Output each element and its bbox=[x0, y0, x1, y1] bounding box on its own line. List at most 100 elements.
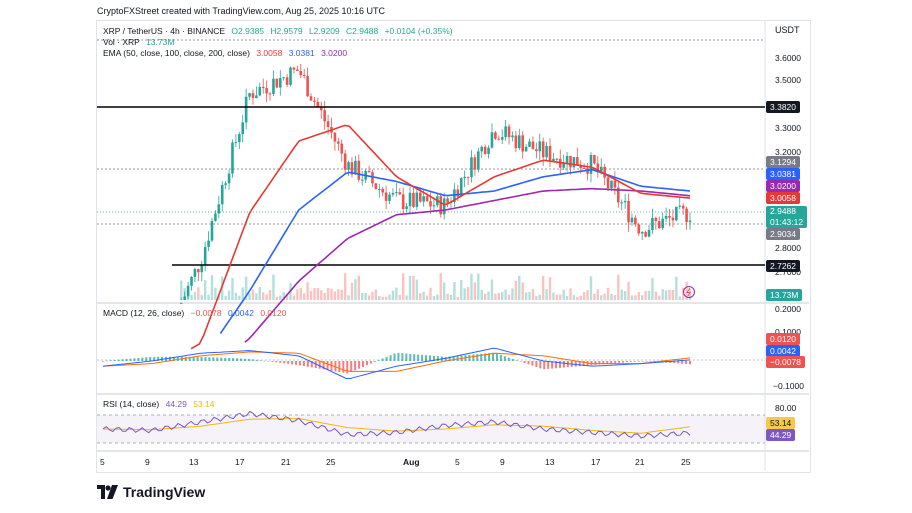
volume-bar bbox=[473, 282, 477, 300]
volume-bar bbox=[548, 277, 552, 300]
volume-bar bbox=[190, 294, 193, 300]
macd-hist-bar bbox=[326, 361, 329, 371]
candle-body bbox=[497, 138, 501, 140]
candle-body bbox=[422, 196, 425, 202]
macd-label-signal: 0.0120 bbox=[766, 333, 800, 345]
candle-body bbox=[671, 217, 675, 221]
volume-bar bbox=[603, 293, 606, 300]
candle-body bbox=[483, 146, 487, 154]
candle-body bbox=[572, 157, 576, 168]
volume-bar bbox=[299, 287, 302, 300]
macd-hist-bar bbox=[389, 355, 392, 361]
macd-hist-bar bbox=[196, 356, 199, 361]
candle-body bbox=[251, 93, 255, 99]
macd-hist-bar bbox=[232, 358, 235, 361]
time-axis[interactable]: 5 9 13 17 21 25 Aug 5 9 13 17 21 25 bbox=[97, 452, 765, 470]
time-label: 21 bbox=[635, 457, 645, 467]
macd-hist-bar bbox=[373, 361, 376, 362]
ema50-value: 3.0058 bbox=[256, 48, 283, 58]
macd-hist-bar bbox=[468, 354, 471, 361]
macd-hist-bar bbox=[354, 361, 357, 371]
rsi-ma-value: 53.14 bbox=[193, 399, 215, 409]
volume-bar bbox=[429, 287, 432, 300]
candle-body bbox=[582, 167, 586, 169]
volume-bar bbox=[647, 290, 651, 300]
candle-body bbox=[306, 75, 309, 97]
macd-hist-bar bbox=[515, 360, 518, 361]
volume-bar bbox=[422, 291, 425, 300]
volume-bar bbox=[664, 290, 668, 300]
macd-hist-bar bbox=[503, 356, 506, 361]
tradingview-logo[interactable]: TradingView bbox=[97, 484, 205, 500]
macd-hist-bar bbox=[149, 356, 152, 361]
candle-body bbox=[678, 205, 682, 207]
volume-bar bbox=[347, 295, 350, 300]
candle-body bbox=[531, 141, 535, 150]
candle-body bbox=[210, 220, 214, 241]
macd-hist-bar bbox=[428, 355, 431, 361]
price-axis[interactable]: 3.6000 3.5000 3.3000 3.2000 2.8000 2.700… bbox=[766, 0, 810, 471]
macd-hist-bar bbox=[338, 361, 341, 373]
macd-hist-bar bbox=[594, 361, 597, 365]
macd-hist-bar bbox=[208, 357, 211, 361]
volume-bar bbox=[453, 282, 456, 300]
time-label: 5 bbox=[455, 457, 460, 467]
macd-hist-bar bbox=[641, 361, 644, 362]
volume-bar bbox=[524, 292, 528, 300]
volume-bar bbox=[630, 295, 634, 300]
candle-body bbox=[442, 198, 446, 215]
candle-body bbox=[664, 215, 668, 219]
candle-body bbox=[354, 160, 357, 175]
macd-hist-bar bbox=[350, 361, 353, 372]
volume-bar bbox=[497, 292, 500, 300]
candles bbox=[179, 63, 692, 304]
candle-body bbox=[487, 147, 490, 154]
volume-bar bbox=[579, 295, 582, 300]
candle-body bbox=[190, 276, 193, 286]
volume-bar bbox=[589, 276, 593, 300]
candle-body bbox=[374, 183, 378, 190]
volume-bar bbox=[180, 280, 183, 300]
volume-bar bbox=[391, 290, 395, 300]
candle-body bbox=[668, 215, 671, 218]
ema-label[interactable]: EMA (50, close, 100, close, 200, close) bbox=[103, 48, 250, 58]
macd-hist-bar bbox=[362, 361, 365, 367]
price-label-support: 2.7262 bbox=[766, 260, 800, 272]
candle-body bbox=[661, 218, 664, 229]
candle-body bbox=[207, 240, 210, 247]
macd-hist-bar bbox=[413, 354, 416, 361]
candle-body bbox=[272, 78, 275, 94]
time-label: 25 bbox=[681, 457, 691, 467]
macd-hist-bar bbox=[495, 353, 498, 361]
candle-body bbox=[214, 213, 217, 221]
volume-label[interactable]: Vol · XRP bbox=[103, 37, 140, 47]
macd-hist-bar bbox=[535, 361, 538, 367]
macd-hist-bar bbox=[681, 361, 684, 364]
macd-hist-bar bbox=[393, 353, 396, 361]
candle-body bbox=[337, 141, 340, 144]
candle-body bbox=[610, 180, 613, 189]
volume-bar bbox=[439, 273, 442, 300]
rsi-label[interactable]: RSI (14, close) bbox=[103, 399, 159, 409]
candle-body bbox=[405, 206, 408, 209]
macd-label[interactable]: MACD (12, 26, close) bbox=[103, 308, 184, 318]
macd-hist-bar bbox=[291, 361, 294, 365]
candle-body bbox=[186, 285, 190, 297]
volume-bar bbox=[330, 288, 333, 300]
candle-body bbox=[347, 162, 350, 170]
volume-bar bbox=[668, 289, 671, 300]
candle-body bbox=[545, 145, 548, 158]
volume-bar bbox=[541, 276, 545, 300]
volume-bar bbox=[210, 275, 214, 300]
symbol-name[interactable]: XRP / TetherUS · 4h · BINANCE bbox=[103, 26, 225, 36]
macd-tick: −0.1000 bbox=[773, 381, 804, 391]
macd-hist-bar bbox=[105, 360, 108, 362]
candle-body bbox=[562, 163, 565, 168]
candle-body bbox=[627, 200, 630, 223]
candle-body bbox=[278, 78, 282, 88]
candle-body bbox=[630, 217, 634, 223]
macd-hist-bar bbox=[625, 361, 628, 363]
candle-body bbox=[238, 134, 241, 143]
volume-bar bbox=[531, 289, 535, 300]
macd-hist-bar bbox=[302, 361, 305, 367]
